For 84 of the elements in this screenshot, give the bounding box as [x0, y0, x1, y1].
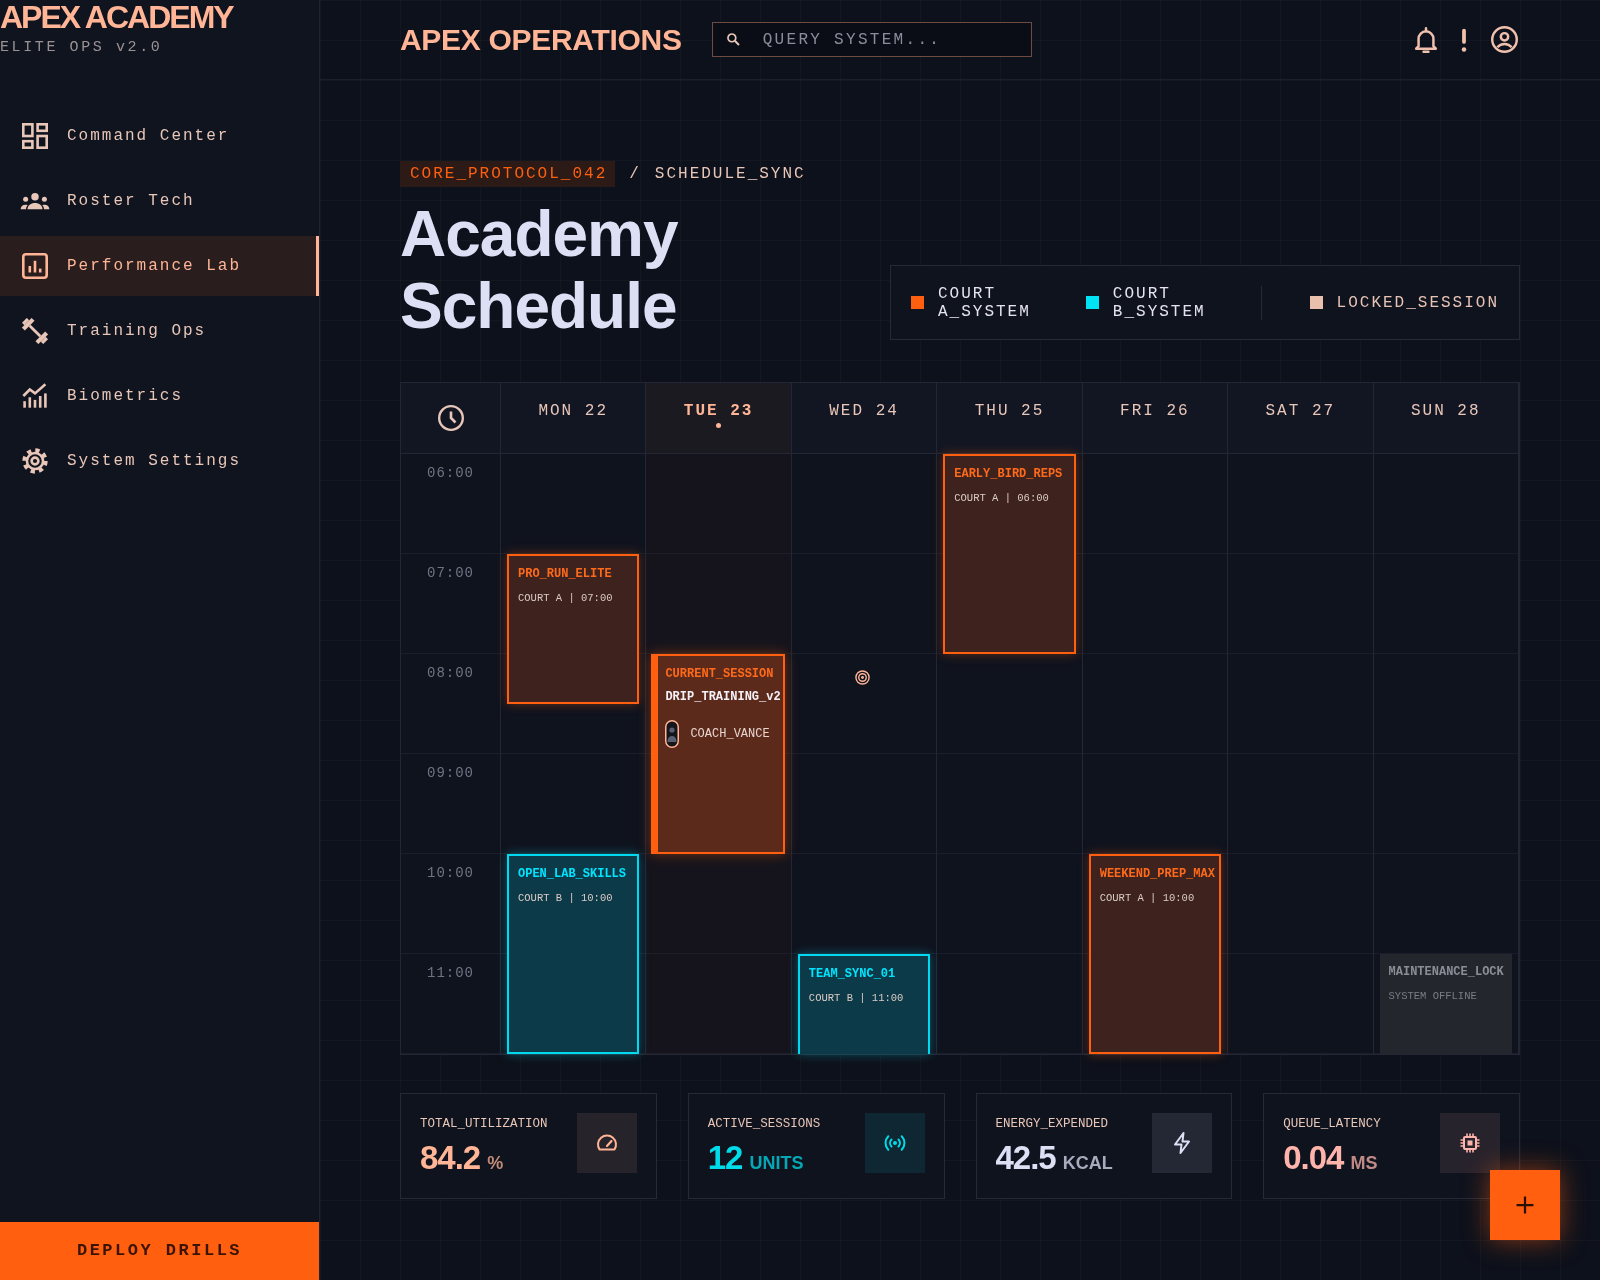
broadcast-icon — [864, 1113, 925, 1173]
event-title: WEEKEND_PREP_MAX — [1099, 866, 1215, 882]
stat-unit: % — [487, 1152, 504, 1174]
event-card[interactable]: EARLY_BIRD_REPS COURT A | 06:00 — [943, 454, 1076, 654]
event-detail: SYSTEM OFFLINE — [1388, 989, 1477, 1003]
legend-label: COURT B_SYSTEM — [1112, 284, 1207, 321]
today-dot-icon — [716, 423, 722, 428]
chip-icon — [1440, 1113, 1500, 1173]
legend-label: LOCKED_SESSION — [1336, 293, 1499, 312]
day-label: MON 22 — [538, 401, 608, 421]
event-title: MAINTENANCE_LOCK — [1388, 964, 1504, 980]
stat-value: 84.2 — [420, 1139, 481, 1177]
bar-chart-icon — [22, 253, 48, 279]
breadcrumb-separator: / — [629, 164, 641, 184]
event-title: PRO_RUN_ELITE — [518, 566, 612, 582]
stat-unit: MS — [1350, 1152, 1378, 1174]
avatar-icon — [665, 720, 680, 748]
day-label: SAT 27 — [1265, 401, 1336, 421]
nav-item[interactable]: Command Center — [0, 106, 319, 166]
brand-title: APEX ACADEMY — [0, 0, 233, 33]
search-icon — [726, 33, 740, 46]
app-title: APEX OPERATIONS — [400, 22, 682, 58]
deploy-button[interactable]: DEPLOY DRILLS — [0, 1222, 319, 1280]
event-card[interactable]: TEAM_SYNC_01 COURT B | 11:00 — [797, 954, 931, 1054]
event-card[interactable]: CURRENT_SESSION DRIP_TRAINING_v2 COACH_VANCE — [651, 654, 785, 854]
stat-label: QUEUE_LATENCY — [1283, 1117, 1381, 1131]
day-label: TUE 23 — [683, 401, 754, 421]
time-label: 07:00 — [427, 564, 474, 582]
brand-subtitle: ELITE OPS v2.0 — [0, 39, 163, 57]
settings-icon — [22, 448, 48, 474]
event-card[interactable]: MAINTENANCE_LOCK SYSTEM OFFLINE — [1379, 954, 1512, 1054]
grid-icon — [22, 123, 48, 149]
stat-value: 12 — [707, 1139, 743, 1177]
stat-label: ENERGY_EXPENDED — [995, 1117, 1109, 1131]
bolt-icon — [1152, 1113, 1213, 1173]
legend-label: COURT A_SYSTEM — [938, 284, 1032, 321]
event-title: DRIP_TRAINING_v2 — [665, 689, 781, 706]
day-label: THU 25 — [974, 401, 1045, 421]
exclamation-icon[interactable] — [1460, 27, 1468, 52]
plus-icon — [1516, 1196, 1534, 1214]
event-detail: COURT B | 11:00 — [808, 991, 904, 1005]
event-detail: COURT B | 10:00 — [518, 891, 613, 905]
time-label: 11:00 — [427, 964, 474, 982]
stat-unit: KCAL — [1062, 1152, 1113, 1174]
search-field[interactable]: QUERY SYSTEM... — [711, 22, 1032, 57]
event-card[interactable]: PRO_RUN_ELITE COURT A | 07:00 — [507, 554, 640, 704]
day-label: FRI 26 — [1120, 401, 1190, 421]
growth-chart-icon — [22, 383, 48, 409]
nav-item[interactable]: Biometrics — [0, 366, 319, 426]
stat-value: 0.04 — [1283, 1139, 1344, 1177]
dumbbell-icon — [22, 318, 48, 344]
stat-unit: UNITS — [749, 1152, 804, 1174]
stat-label: ACTIVE_SESSIONS — [707, 1117, 821, 1131]
gauge-icon — [576, 1113, 637, 1173]
event-title: OPEN_LAB_SKILLS — [518, 866, 627, 882]
nav-item[interactable]: Training Ops — [0, 301, 319, 361]
target-icon — [855, 670, 870, 685]
time-label: 06:00 — [427, 464, 474, 482]
nav-item[interactable]: System Settings — [0, 431, 319, 491]
event-detail: COURT A | 06:00 — [954, 491, 1049, 505]
stat-label: TOTAL_UTILIZATION — [420, 1117, 548, 1131]
breadcrumb-current: SCHEDULE_SYNC — [654, 164, 806, 184]
time-label: 08:00 — [427, 664, 474, 682]
page-title: Academy Schedule — [400, 198, 679, 342]
time-label: 09:00 — [427, 764, 474, 782]
day-label: SUN 28 — [1410, 401, 1481, 421]
event-title: TEAM_SYNC_01 — [808, 966, 896, 982]
event-detail: COURT A | 10:00 — [1099, 891, 1195, 905]
bell-icon[interactable] — [1415, 26, 1437, 53]
coach-name: COACH_VANCE — [690, 726, 770, 742]
event-card[interactable]: OPEN_LAB_SKILLS COURT B | 10:00 — [507, 854, 640, 1054]
stat-value: 42.5 — [995, 1139, 1056, 1177]
event-title: EARLY_BIRD_REPS — [954, 466, 1063, 482]
day-label: WED 24 — [829, 401, 899, 421]
breadcrumb-tag[interactable]: CORE_PROTOCOL_042 — [400, 161, 616, 187]
session-label: CURRENT_SESSION — [665, 666, 774, 682]
nav-item[interactable]: Roster Tech — [0, 171, 319, 231]
account-icon[interactable] — [1491, 26, 1518, 53]
nav-item[interactable]: Performance Lab — [0, 236, 319, 296]
time-label: 10:00 — [427, 864, 474, 882]
event-card[interactable]: WEEKEND_PREP_MAX COURT A | 10:00 — [1088, 854, 1222, 1054]
people-icon — [20, 192, 50, 210]
event-detail: COURT A | 07:00 — [518, 591, 613, 605]
clock-icon — [437, 405, 464, 431]
